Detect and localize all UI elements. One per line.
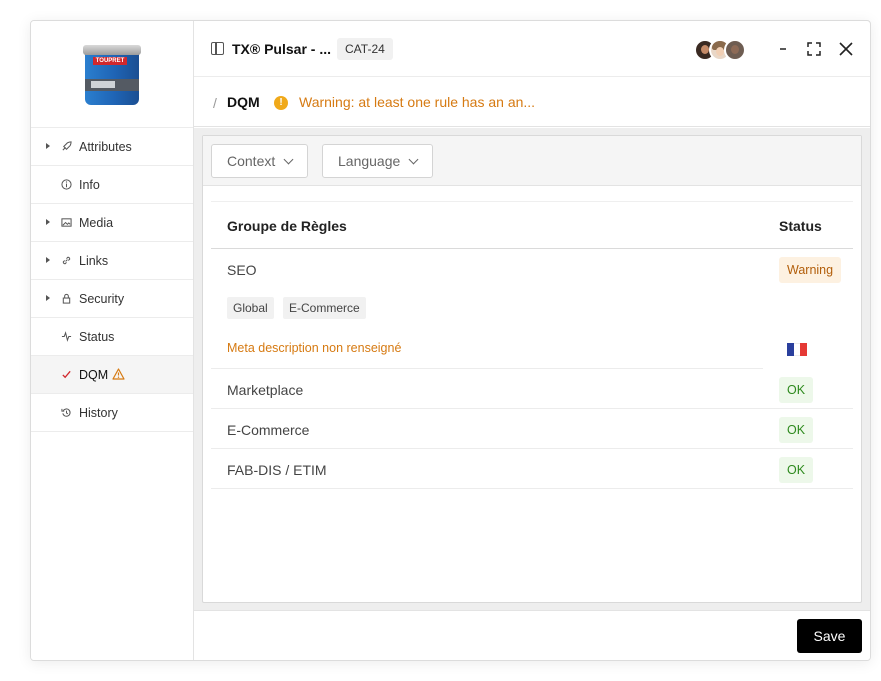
product-thumbnail: TOUPRET bbox=[31, 21, 193, 128]
caret-right-icon[interactable] bbox=[46, 295, 50, 301]
content-area: Context Language Groupe de Règles Status… bbox=[194, 128, 870, 610]
rule-warning-text[interactable]: Meta description non renseigné bbox=[227, 341, 401, 355]
activity-icon bbox=[61, 331, 72, 342]
minimize-button[interactable] bbox=[774, 39, 794, 59]
caret-right-icon[interactable] bbox=[46, 143, 50, 149]
sidebar-item-status[interactable]: Status bbox=[31, 318, 193, 356]
collaborators-avatars[interactable] bbox=[694, 39, 754, 61]
avatar[interactable] bbox=[724, 39, 746, 61]
scope-chip: Global bbox=[227, 297, 274, 319]
sidebar-toggle-icon[interactable] bbox=[211, 42, 224, 55]
image-icon bbox=[61, 217, 72, 228]
warning-message[interactable]: Warning: at least one rule has an an... bbox=[299, 94, 535, 110]
sidebar-item-label: Links bbox=[79, 254, 109, 268]
breadcrumb: / DQM ! Warning: at least one rule has a… bbox=[194, 77, 870, 127]
sidebar-item-history[interactable]: History bbox=[31, 394, 193, 432]
sidebar-nav: Attributes Info Media Links Security Sta… bbox=[31, 128, 193, 432]
maximize-button[interactable] bbox=[804, 39, 824, 59]
rule-group-name: SEO bbox=[227, 262, 257, 278]
french-flag-icon bbox=[787, 343, 807, 356]
caret-right-icon[interactable] bbox=[46, 219, 50, 225]
sidebar-item-label: DQM bbox=[79, 368, 109, 382]
status-badge: Warning bbox=[779, 257, 842, 283]
sidebar-item-info[interactable]: Info bbox=[31, 166, 193, 204]
sidebar-item-label: Media bbox=[79, 216, 114, 230]
caret-right-icon[interactable] bbox=[46, 257, 50, 263]
sidebar-item-media[interactable]: Media bbox=[31, 204, 193, 242]
title-bar: TX® Pulsar - ... CAT-24 bbox=[194, 21, 870, 77]
chevron-down-icon bbox=[283, 154, 294, 165]
catalog-tag: CAT-24 bbox=[337, 38, 393, 60]
rule-group-name: E-Commerce bbox=[227, 422, 310, 438]
close-icon bbox=[839, 42, 853, 56]
warning-triangle-icon bbox=[112, 368, 125, 380]
language-dropdown-label: Language bbox=[338, 153, 401, 169]
history-icon bbox=[61, 407, 72, 418]
window-title: TX® Pulsar - ... bbox=[232, 41, 332, 57]
sidebar-item-links[interactable]: Links bbox=[31, 242, 193, 280]
sidebar: TOUPRET Attributes Info Media Links Secu… bbox=[31, 21, 194, 660]
context-dropdown[interactable]: Context bbox=[211, 144, 309, 178]
context-dropdown-label: Context bbox=[227, 153, 276, 169]
lock-icon bbox=[61, 293, 72, 304]
table-row-seo[interactable]: SEO Warning Global E-Commerce Meta descr… bbox=[211, 249, 853, 369]
filter-bar: Context Language bbox=[203, 136, 861, 186]
table-header: Groupe de Règles Status bbox=[211, 201, 853, 249]
chevron-down-icon bbox=[408, 154, 419, 165]
rocket-icon bbox=[61, 141, 72, 152]
table-row[interactable]: E-Commerce OK bbox=[211, 409, 853, 449]
column-header-name: Groupe de Règles bbox=[227, 218, 347, 234]
sidebar-item-label: History bbox=[79, 406, 118, 420]
info-icon bbox=[61, 179, 72, 190]
column-header-status: Status bbox=[779, 218, 822, 234]
dqm-card: Context Language Groupe de Règles Status… bbox=[202, 135, 862, 603]
paint-bucket-image: TOUPRET bbox=[83, 45, 141, 107]
status-badge: OK bbox=[779, 457, 814, 483]
page-title: DQM bbox=[227, 94, 260, 110]
maximize-icon bbox=[807, 42, 821, 56]
sidebar-item-attributes[interactable]: Attributes bbox=[31, 128, 193, 166]
language-dropdown[interactable]: Language bbox=[322, 144, 434, 178]
status-badge: OK bbox=[779, 377, 814, 403]
table-row[interactable]: FAB-DIS / ETIM OK bbox=[211, 449, 853, 489]
sidebar-item-label: Security bbox=[79, 292, 125, 306]
rules-table: Groupe de Règles Status SEO Warning Glob… bbox=[211, 201, 853, 489]
breadcrumb-separator: / bbox=[213, 95, 217, 111]
warning-circle-icon: ! bbox=[274, 96, 288, 110]
rule-group-name: FAB-DIS / ETIM bbox=[227, 462, 327, 478]
sidebar-item-label: Status bbox=[79, 330, 115, 344]
sidebar-item-label: Info bbox=[79, 178, 100, 192]
sidebar-item-security[interactable]: Security bbox=[31, 280, 193, 318]
close-button[interactable] bbox=[836, 39, 856, 59]
link-icon bbox=[61, 255, 72, 266]
sidebar-item-label-group: DQM bbox=[79, 368, 125, 382]
main-panel: TX® Pulsar - ... CAT-24 / DQM ! Warning:… bbox=[194, 21, 870, 660]
table-row[interactable]: Marketplace OK bbox=[211, 369, 853, 409]
status-badge: OK bbox=[779, 417, 814, 443]
save-button[interactable]: Save bbox=[797, 619, 862, 653]
rule-group-name: Marketplace bbox=[227, 382, 304, 398]
product-window: TOUPRET Attributes Info Media Links Secu… bbox=[30, 20, 871, 661]
footer-bar: Save bbox=[194, 610, 870, 660]
sidebar-item-label: Attributes bbox=[79, 140, 132, 154]
minimize-icon bbox=[780, 48, 786, 50]
sidebar-item-dqm[interactable]: DQM bbox=[31, 356, 193, 394]
check-icon bbox=[61, 369, 72, 380]
brand-label: TOUPRET bbox=[93, 57, 127, 65]
scope-chip: E-Commerce bbox=[283, 297, 366, 319]
